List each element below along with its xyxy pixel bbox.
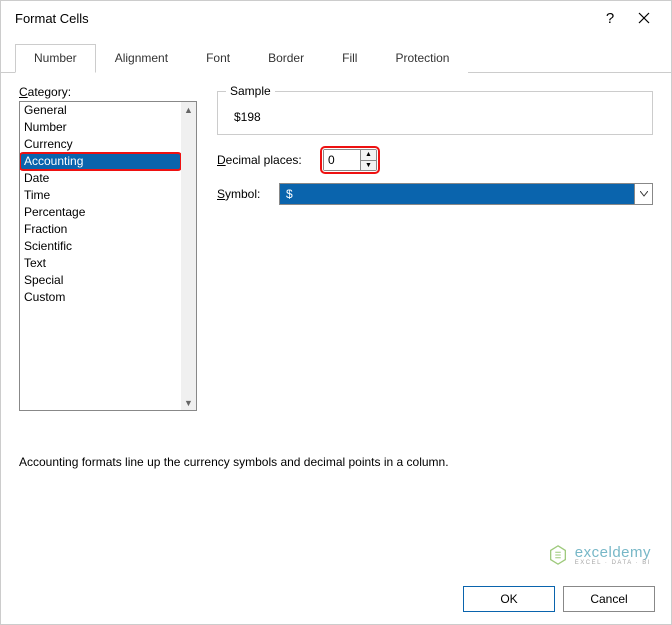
- chevron-down-icon: [640, 191, 648, 197]
- tab-number[interactable]: Number: [15, 44, 96, 73]
- list-item[interactable]: Custom: [20, 289, 181, 306]
- tab-font[interactable]: Font: [187, 44, 249, 73]
- list-item[interactable]: Percentage: [20, 204, 181, 221]
- list-item[interactable]: General: [20, 102, 181, 119]
- category-column: Category: General Number Currency Accoun…: [19, 85, 197, 411]
- tab-protection[interactable]: Protection: [376, 44, 468, 73]
- watermark-icon: [547, 544, 569, 566]
- spinner-up-button[interactable]: ▲: [361, 150, 376, 161]
- scroll-down-icon[interactable]: ▼: [181, 395, 196, 410]
- list-item[interactable]: Currency: [20, 136, 181, 153]
- category-listbox[interactable]: General Number Currency Accounting Date …: [19, 101, 197, 411]
- decimal-places-label: Decimal places:: [217, 153, 313, 167]
- scroll-up-icon[interactable]: ▲: [181, 102, 196, 117]
- close-icon: [638, 12, 650, 24]
- decimal-places-row: Decimal places: ▲ ▼: [217, 149, 653, 171]
- tab-bar: Number Alignment Font Border Fill Protec…: [1, 43, 671, 73]
- help-button[interactable]: ?: [593, 4, 627, 32]
- list-item[interactable]: Date: [20, 170, 181, 187]
- list-item[interactable]: Number: [20, 119, 181, 136]
- symbol-value: $: [280, 184, 634, 204]
- sample-title: Sample: [226, 84, 275, 98]
- tab-alignment[interactable]: Alignment: [96, 44, 187, 73]
- decimal-places-input[interactable]: [324, 150, 360, 170]
- list-item[interactable]: Text: [20, 255, 181, 272]
- symbol-select[interactable]: $: [279, 183, 653, 205]
- symbol-dropdown-button[interactable]: [634, 184, 652, 204]
- cancel-button[interactable]: Cancel: [563, 586, 655, 612]
- decimal-places-spinner[interactable]: ▲ ▼: [323, 149, 377, 171]
- list-item[interactable]: Scientific: [20, 238, 181, 255]
- watermark-sub: EXCEL · DATA · BI: [575, 560, 651, 566]
- close-button[interactable]: [627, 4, 661, 32]
- category-label: Category:: [19, 85, 197, 99]
- watermark-brand: exceldemy: [575, 545, 651, 560]
- settings-column: Sample $198 Decimal places: ▲ ▼ Symbol: …: [217, 85, 653, 411]
- symbol-label: Symbol:: [217, 187, 269, 201]
- window-title: Format Cells: [15, 11, 593, 26]
- titlebar: Format Cells ?: [1, 1, 671, 35]
- content-area: Category: General Number Currency Accoun…: [1, 73, 671, 415]
- sample-group: Sample $198: [217, 91, 653, 135]
- tab-fill[interactable]: Fill: [323, 44, 376, 73]
- sample-value: $198: [230, 110, 640, 124]
- list-item-selected[interactable]: Accounting: [20, 153, 181, 170]
- ok-button[interactable]: OK: [463, 586, 555, 612]
- symbol-row: Symbol: $: [217, 183, 653, 205]
- list-item[interactable]: Special: [20, 272, 181, 289]
- watermark: exceldemy EXCEL · DATA · BI: [547, 544, 651, 566]
- listbox-scrollbar[interactable]: ▲ ▼: [181, 102, 196, 410]
- tab-border[interactable]: Border: [249, 44, 323, 73]
- list-item[interactable]: Fraction: [20, 221, 181, 238]
- list-item[interactable]: Time: [20, 187, 181, 204]
- format-description: Accounting formats line up the currency …: [19, 455, 653, 469]
- dialog-footer: OK Cancel: [463, 586, 655, 612]
- spinner-down-button[interactable]: ▼: [361, 161, 376, 171]
